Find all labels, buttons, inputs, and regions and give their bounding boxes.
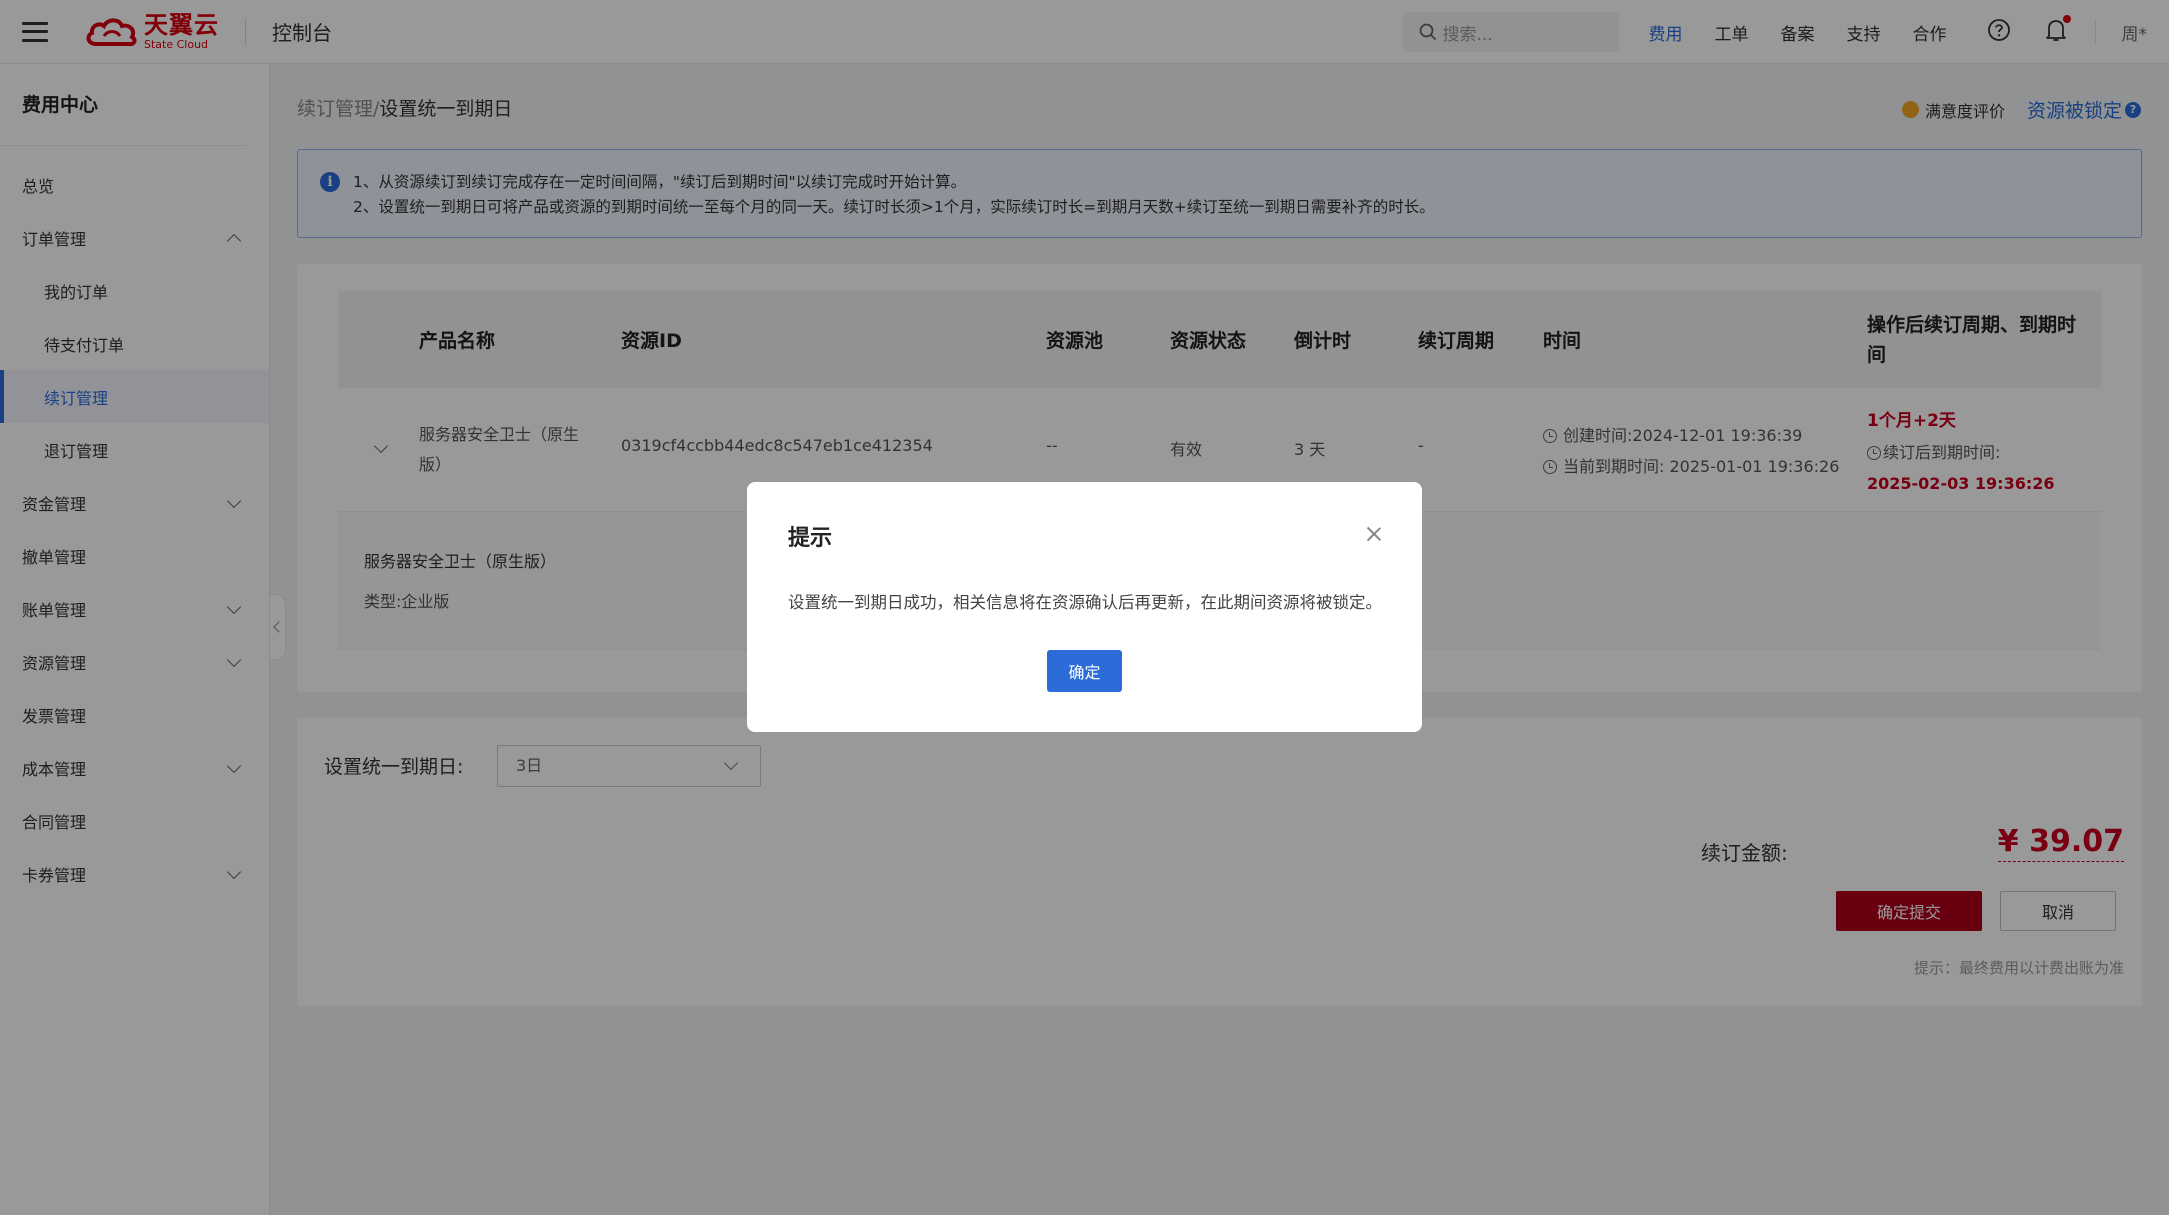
close-icon[interactable] xyxy=(1366,526,1382,542)
dialog-title: 提示 xyxy=(788,526,833,551)
prompt-dialog: 提示 设置统一到期日成功，相关信息将在资源确认后再更新，在此期间资源将被锁定。 … xyxy=(747,482,1422,732)
dialog-message: 设置统一到期日成功，相关信息将在资源确认后再更新，在此期间资源将被锁定。 xyxy=(788,593,1382,612)
confirm-button[interactable]: 确定 xyxy=(1047,650,1122,692)
